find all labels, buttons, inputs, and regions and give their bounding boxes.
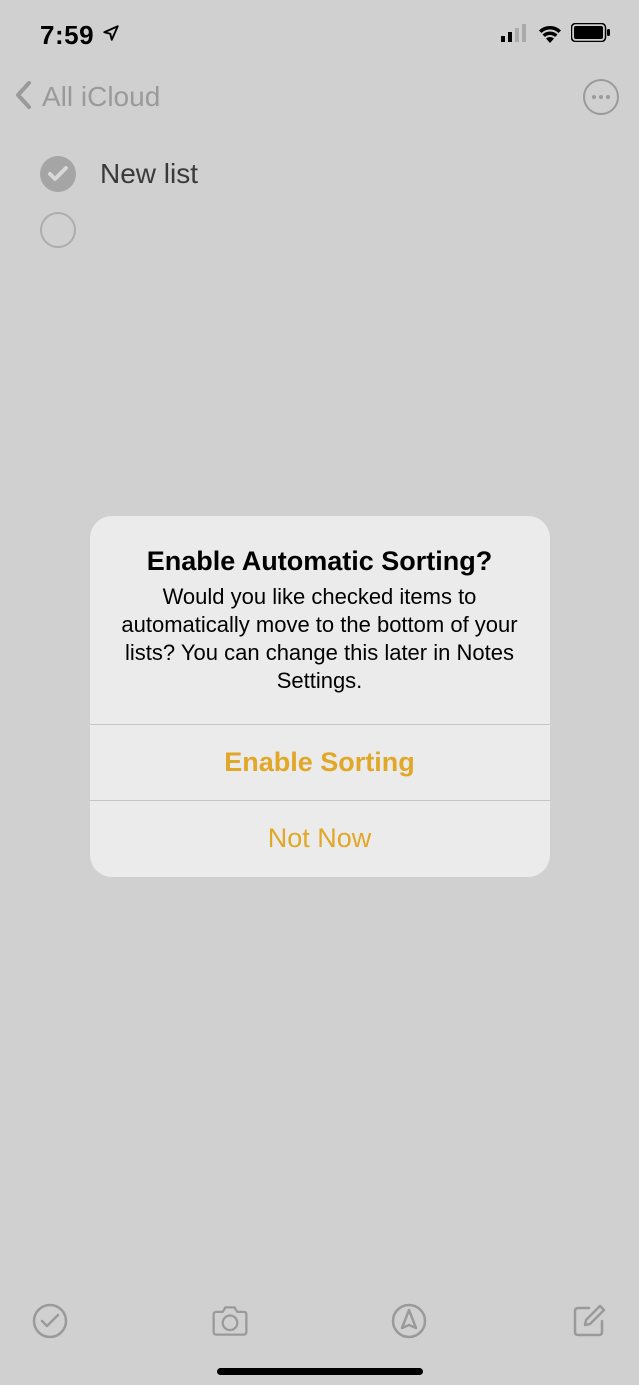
- alert-title: Enable Automatic Sorting?: [116, 546, 524, 577]
- back-button[interactable]: All iCloud: [14, 80, 160, 115]
- note-content[interactable]: New list: [0, 134, 639, 270]
- enable-sorting-button[interactable]: Enable Sorting: [90, 725, 550, 801]
- home-indicator[interactable]: [217, 1368, 423, 1375]
- alert-dialog: Enable Automatic Sorting? Would you like…: [90, 516, 550, 877]
- status-left: 7:59: [40, 20, 120, 51]
- status-right: [501, 23, 611, 48]
- status-time: 7:59: [40, 20, 94, 51]
- battery-icon: [571, 23, 611, 47]
- checklist-item[interactable]: New list: [20, 146, 619, 202]
- wifi-icon: [537, 23, 563, 48]
- back-label: All iCloud: [42, 81, 160, 113]
- chevron-left-icon: [14, 80, 34, 115]
- not-now-button[interactable]: Not Now: [90, 801, 550, 877]
- camera-button[interactable]: [210, 1301, 250, 1341]
- checkbox-empty-icon[interactable]: [40, 212, 76, 248]
- checklist-item-label: New list: [100, 158, 198, 190]
- nav-bar: All iCloud: [0, 60, 639, 134]
- toolbar: [0, 1281, 639, 1361]
- checklist-item[interactable]: [20, 202, 619, 258]
- location-icon: [102, 24, 120, 47]
- cellular-icon: [501, 24, 529, 47]
- more-button[interactable]: [583, 79, 619, 115]
- alert-buttons: Enable Sorting Not Now: [90, 724, 550, 877]
- checkbox-checked-icon[interactable]: [40, 156, 76, 192]
- checklist-button[interactable]: [30, 1301, 70, 1341]
- status-bar: 7:59: [0, 0, 639, 60]
- alert-body: Enable Automatic Sorting? Would you like…: [90, 516, 550, 724]
- alert-message: Would you like checked items to automati…: [116, 583, 524, 696]
- ellipsis-icon: [592, 95, 610, 99]
- compose-button[interactable]: [569, 1301, 609, 1341]
- markup-button[interactable]: [389, 1301, 429, 1341]
